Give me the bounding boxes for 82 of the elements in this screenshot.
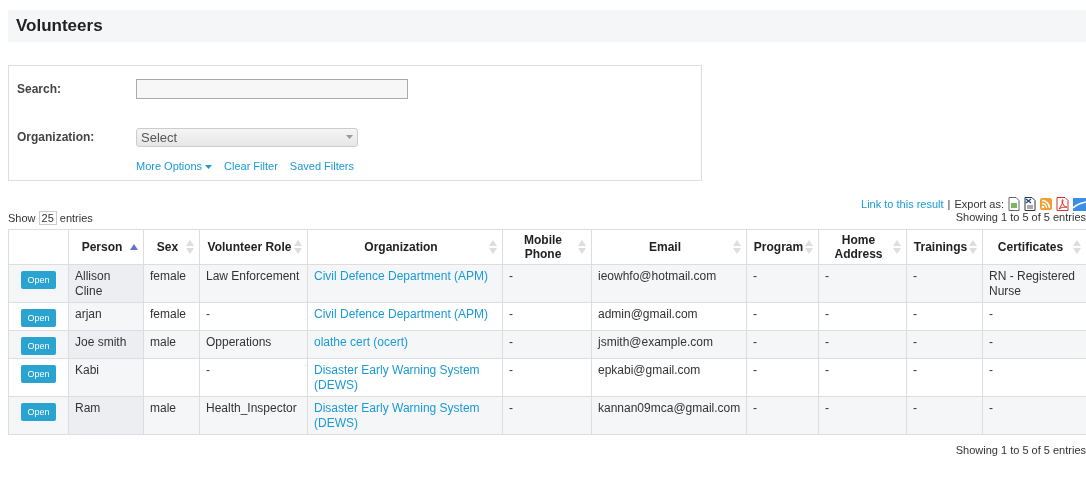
filter-link[interactable]: Saved Filters (289, 160, 355, 172)
field-label: Search: (17, 82, 63, 96)
table-cell: ieowhfo@hotmail.com (598, 269, 717, 283)
column-header[interactable]: Program (746, 229, 819, 265)
caret-icon (346, 135, 353, 139)
field-label: Organization: (17, 130, 96, 144)
separator-text: | (947, 198, 951, 210)
result-link[interactable]: Link to this result (861, 198, 944, 210)
entries-label: entries (59, 212, 93, 224)
table-cell: RN - Registered Nurse (989, 269, 1076, 298)
export-label: Export as: (954, 198, 1004, 210)
spreadsheet-icon[interactable] (1008, 197, 1020, 211)
table-cell: - (913, 307, 917, 321)
column-header[interactable]: Organization (307, 229, 503, 265)
table-cell: male (150, 401, 176, 415)
caret-icon[interactable] (205, 165, 213, 170)
pdf-icon[interactable] (1056, 197, 1069, 211)
open-button[interactable]: Open (21, 403, 56, 421)
table-cell: - (509, 269, 513, 283)
table-cell: - (913, 335, 917, 349)
table-cell: - (753, 401, 757, 415)
document-icon[interactable] (1024, 197, 1036, 211)
open-button[interactable]: Open (21, 271, 56, 289)
table-cell: - (989, 401, 993, 415)
column-header[interactable]: Trainings (906, 229, 983, 265)
table-cell: Kabi (75, 363, 100, 377)
table-cell: - (913, 269, 917, 283)
table-cell: - (989, 335, 993, 349)
table-cell: admin@gmail.com (598, 307, 698, 321)
column-header[interactable]: Certificates (982, 229, 1086, 265)
column-header[interactable]: Sex (143, 229, 200, 265)
table-cell: - (753, 363, 757, 377)
table-cell: - (753, 335, 757, 349)
open-button[interactable]: Open (21, 309, 56, 327)
filter-link[interactable]: Clear Filter (224, 160, 278, 172)
map-icon[interactable] (1073, 197, 1086, 211)
table-cell: - (913, 401, 917, 415)
table-cell: female (150, 269, 187, 283)
show-label: Show (8, 212, 36, 224)
column-header[interactable]: Volunteer Role (199, 229, 308, 265)
table-cell: - (825, 307, 829, 321)
search-field[interactable] (136, 79, 408, 99)
table-cell: - (825, 269, 829, 283)
page-size-select[interactable]: 25 (38, 211, 57, 225)
table-cell: arjan (75, 307, 102, 321)
table-cell: - (509, 363, 513, 377)
table-cell: - (509, 335, 513, 349)
filter-link[interactable]: More Options (136, 160, 203, 172)
table-cell: - (753, 269, 757, 283)
column-header[interactable]: Person (68, 229, 144, 265)
table-cell: Allison Cline (75, 269, 111, 298)
table-cell: Opperations (206, 335, 272, 349)
table-cell: Health_Inspector (206, 401, 297, 415)
column-header[interactable]: Mobile Phone (502, 229, 592, 265)
entries-info: Showing 1 to 5 of 5 entries (955, 444, 1086, 456)
table-cell: - (989, 307, 993, 321)
table-cell: Law Enforcement (206, 269, 300, 283)
table-cell: - (825, 335, 829, 349)
entries-info: Showing 1 to 5 of 5 entries (955, 211, 1086, 223)
table-cell: - (206, 307, 210, 321)
rss-icon[interactable] (1040, 198, 1052, 210)
table-cell: female (150, 307, 187, 321)
table-cell: - (753, 307, 757, 321)
column-header[interactable]: Home Address (818, 229, 907, 265)
table-cell: - (206, 363, 210, 377)
table-cell: Ram (75, 401, 101, 415)
open-button[interactable]: Open (21, 365, 56, 383)
table-cell: - (825, 363, 829, 377)
table-cell: kannan09mca@gmail.com (598, 401, 741, 415)
table-cell: epkabi@gmail.com (598, 363, 701, 377)
open-button[interactable]: Open (21, 337, 56, 355)
table-cell: male (150, 335, 176, 349)
table-cell: jsmith@example.com (598, 335, 713, 349)
page-title: Volunteers (16, 16, 103, 36)
column-header[interactable]: Email (591, 229, 747, 265)
table-cell: - (989, 363, 993, 377)
table-cell: Joe smith (75, 335, 127, 349)
organization-dropdown[interactable]: Select (136, 127, 358, 147)
table-cell: - (509, 307, 513, 321)
table-cell: - (509, 401, 513, 415)
table-cell: - (825, 401, 829, 415)
table-cell: - (913, 363, 917, 377)
